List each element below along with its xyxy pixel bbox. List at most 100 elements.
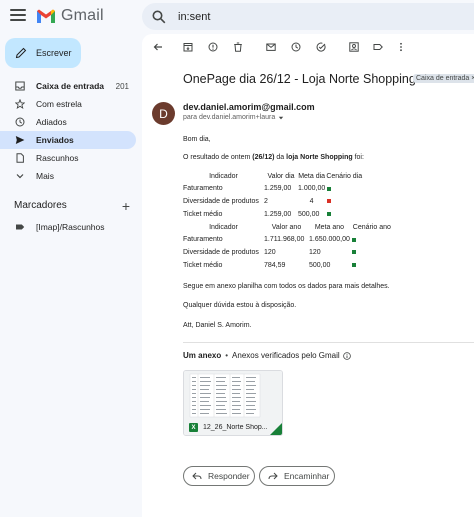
chevron-down-icon (16, 174, 24, 179)
table-cell: Ticket médio (183, 261, 223, 269)
table-header-cell: Valor ano (271, 223, 302, 231)
table-header-cell: Meta dia (298, 172, 326, 180)
attachment-name: 12_26_Norte Shop... (203, 424, 268, 431)
pencil-icon (15, 47, 27, 59)
reply-button[interactable]: Responder (183, 466, 255, 486)
attachments-note: Anexos verificados pelo Gmail (232, 351, 340, 360)
attachments-header: Um anexo • Anexos verificados pelo Gmail (183, 351, 351, 360)
gmail-logo[interactable]: Gmail (36, 7, 104, 25)
greeting: Bom dia, (183, 136, 211, 143)
add-label-button[interactable]: + (122, 199, 130, 213)
inbox-icon (15, 81, 25, 91)
table-row: Ticket médio 1.259,00 500,00 (183, 208, 363, 221)
info-icon[interactable] (342, 351, 351, 360)
status-cell (325, 183, 363, 196)
table-row: Faturamento 1.711.968,00 1.650.000,00 (183, 234, 394, 247)
table-header-cell: Indicador (209, 223, 238, 231)
move-to-icon[interactable] (349, 42, 359, 52)
table-row: Faturamento 1.259,00 1.000,00 (183, 183, 363, 196)
table-cell: 120 (309, 248, 321, 256)
table-cell: 120 (264, 248, 276, 256)
table-cell: Faturamento (183, 236, 223, 244)
status-cell (350, 259, 394, 272)
doubt-line: Qualquer dúvida estou à disposição. (183, 302, 297, 309)
status-cell (325, 208, 363, 221)
status-cell (325, 195, 363, 208)
more-vert-icon[interactable] (396, 42, 406, 52)
signature: Att, Daniel S. Amorim. (183, 322, 252, 329)
trash-icon[interactable] (233, 42, 243, 52)
draft-icon (16, 153, 24, 163)
status-marker-icon (327, 199, 332, 204)
table-cell: 2 (264, 197, 268, 205)
sheets-corner-icon (270, 423, 282, 435)
back-arrow-icon[interactable] (153, 42, 163, 52)
status-marker-icon (351, 250, 356, 255)
table-header-cell: Cenário ano (352, 223, 391, 231)
excel-file-icon: X (189, 423, 198, 432)
table-cell: 1.650.000,00 (309, 236, 350, 244)
attachments-divider (183, 342, 474, 343)
send-icon (15, 136, 25, 144)
attachment-note-line: Segue em anexo planilha com todos os dad… (183, 283, 390, 290)
sidebar-item-inbox[interactable]: Caixa de entrada 201 (0, 77, 136, 95)
sidebar-label-imap-drafts[interactable]: [Imap]/Rascunhos (0, 218, 136, 236)
spreadsheet-thumbnail (184, 371, 282, 418)
status-marker-icon (351, 237, 356, 242)
search-input[interactable]: in:sent (178, 11, 210, 23)
sidebar-item-drafts[interactable]: Rascunhos (0, 149, 136, 167)
snooze-icon[interactable] (291, 42, 301, 52)
sidebar-item-more[interactable]: Mais (0, 167, 136, 185)
intro-line: O resultado de ontem (26/12) da loja Nor… (183, 154, 364, 161)
attachments-separator: • (225, 351, 229, 360)
table-header-cell: Meta ano (314, 223, 345, 231)
table-cell: 784,59 (264, 261, 286, 269)
folder-badge[interactable]: Caixa de entrada × (413, 74, 474, 83)
add-task-icon[interactable] (316, 42, 326, 52)
star-icon (15, 99, 25, 109)
sidebar-item-label: Rascunhos (36, 153, 79, 163)
avatar[interactable]: D (152, 102, 175, 125)
sender-email[interactable]: dev.daniel.amorim@gmail.com (183, 102, 315, 112)
table-row: Ticket médio 784,59 500,00 (183, 259, 394, 272)
sidebar-item-starred[interactable]: Com estrela (0, 95, 136, 113)
table-cell: 1.711.968,00 (264, 236, 305, 244)
table-cell: Diversidade de produtos (183, 197, 259, 205)
forward-icon (268, 472, 278, 480)
inbox-count: 201 (115, 81, 129, 91)
table-cell: Ticket médio (183, 210, 223, 218)
table-header-cell: Valor dia (267, 172, 295, 180)
email-subject: OnePage dia 26/12 - Loja Norte Shopping (183, 72, 416, 86)
sidebar-item-label: Com estrela (36, 99, 82, 109)
forward-label: Encaminhar (284, 471, 330, 481)
archive-icon[interactable] (183, 42, 193, 52)
sidebar-item-label: Mais (36, 171, 54, 181)
table-header-cell: Indicador (209, 172, 238, 180)
compose-button[interactable]: Escrever (5, 38, 81, 68)
recipients-text: para dev.daniel.amorim+laura (183, 114, 276, 121)
attachment-card[interactable]: X 12_26_Norte Shop... (183, 370, 283, 436)
mark-unread-icon[interactable] (266, 42, 276, 52)
table-cell: Faturamento (183, 185, 223, 193)
label-icon (16, 224, 25, 230)
report-spam-icon[interactable] (208, 42, 218, 52)
search-bar[interactable]: in:sent (142, 3, 474, 30)
sidebar-item-snoozed[interactable]: Adiados (0, 113, 136, 131)
sidebar-item-sent[interactable]: Enviados (0, 131, 136, 149)
status-marker-icon (351, 262, 356, 267)
attachment-footer: X 12_26_Norte Shop... (184, 418, 282, 435)
main-menu-button[interactable] (10, 9, 26, 23)
caret-down-icon[interactable] (278, 115, 284, 121)
yearly-report-table: Indicador Valor ano Meta ano Cenário ano… (183, 221, 394, 271)
message-panel: OnePage dia 26/12 - Loja Norte Shopping … (142, 34, 474, 517)
search-icon[interactable] (152, 10, 166, 24)
table-row: Diversidade de produtos 120 120 (183, 246, 394, 259)
recipients-line: para dev.daniel.amorim+laura (183, 114, 284, 121)
label-icon[interactable] (373, 42, 383, 52)
table-cell: 1.259,00 (264, 185, 292, 193)
table-cell: 500,00 (309, 261, 331, 269)
sidebar-nav: Caixa de entrada 201 Com estrela Adiados… (0, 77, 136, 185)
attachments-title: Um anexo (183, 351, 222, 360)
forward-button[interactable]: Encaminhar (259, 466, 335, 486)
sidebar-item-label: Adiados (36, 117, 67, 127)
